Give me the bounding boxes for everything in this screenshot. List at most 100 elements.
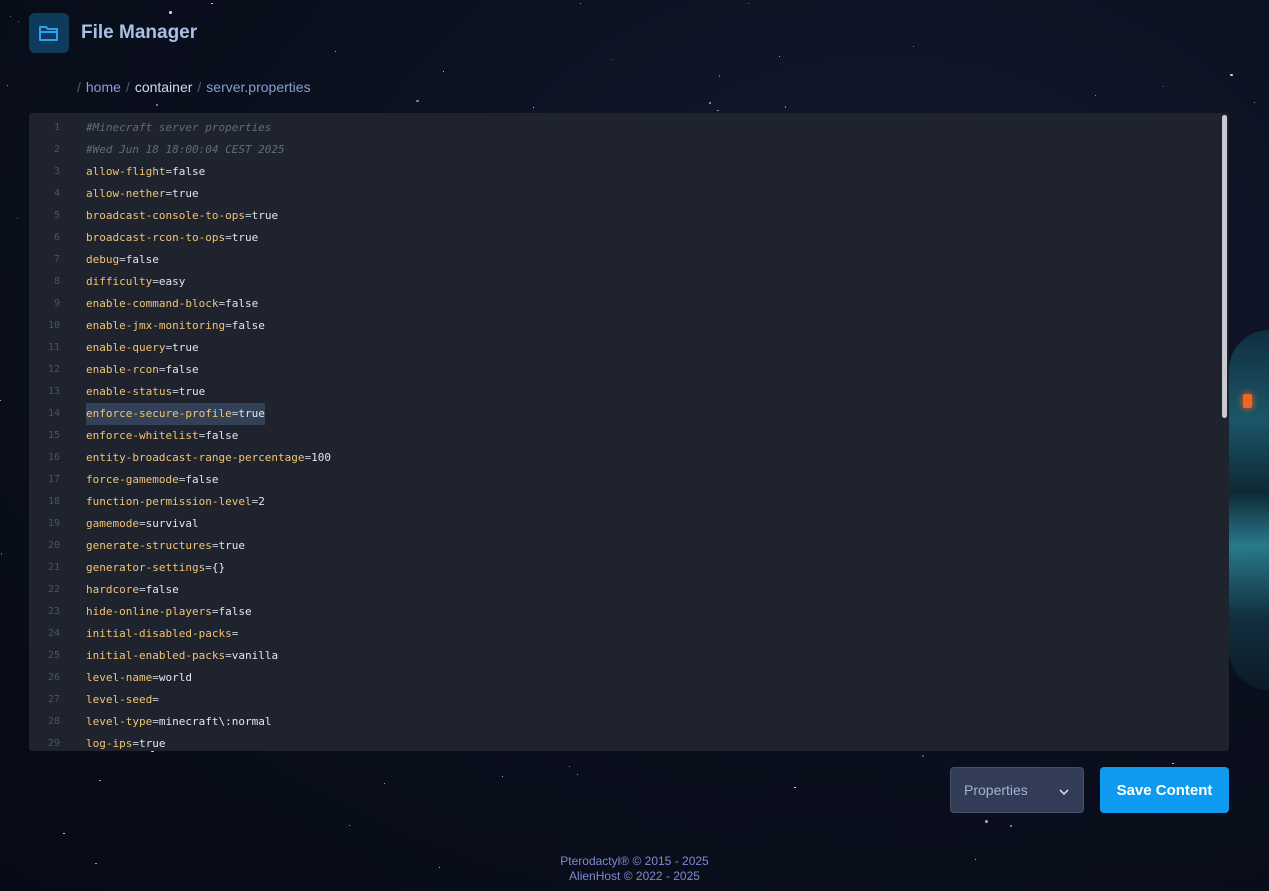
footer-pterodactyl-credit[interactable]: Pterodactyl® © 2015 - 2025 xyxy=(0,854,1269,869)
line-number: 17 xyxy=(47,474,60,485)
property-value: easy xyxy=(158,275,186,288)
code-line[interactable]: 19 gamemode=survival xyxy=(29,513,1219,535)
property-key: log-ips xyxy=(86,737,133,750)
code-text: broadcast-rcon-to-ops=true xyxy=(86,227,258,249)
code-line[interactable]: 28 level-type=minecraft\:normal xyxy=(29,711,1219,733)
star xyxy=(747,3,749,5)
property-key: force-gamemode xyxy=(86,473,179,486)
code-line[interactable]: 9 enable-command-block=false xyxy=(29,293,1219,315)
code-line[interactable]: 17 force-gamemode=false xyxy=(29,469,1219,491)
code-editor[interactable]: 1 #Minecraft server properties 2 #Wed Jun 1… xyxy=(29,113,1229,751)
star xyxy=(719,75,721,77)
property-value: true xyxy=(218,539,245,552)
code-line[interactable]: 1 #Minecraft server properties xyxy=(29,117,1219,139)
property-key: initial-disabled-packs xyxy=(86,627,232,640)
code-line[interactable]: 24 initial-disabled-packs= xyxy=(29,623,1219,645)
property-key: broadcast-rcon-to-ops xyxy=(86,231,226,244)
footer-host-credit[interactable]: AlienHost © 2022 - 2025 xyxy=(0,869,1269,884)
star xyxy=(348,825,350,827)
language-select[interactable]: Properties xyxy=(950,767,1084,813)
code-line[interactable]: 15 enforce-whitelist=false xyxy=(29,425,1219,447)
line-number: 2 xyxy=(53,144,60,155)
page-header: File Manager xyxy=(29,13,197,53)
code-text: enforce-whitelist=false xyxy=(86,425,238,447)
star xyxy=(501,775,503,777)
property-equals: = xyxy=(119,253,126,266)
line-number: 12 xyxy=(47,364,60,375)
star xyxy=(533,106,535,108)
property-value: false xyxy=(225,297,259,310)
code-line[interactable]: 21 generator-settings={} xyxy=(29,557,1219,579)
mech-artwork xyxy=(1229,330,1269,690)
property-value: true xyxy=(231,231,259,244)
line-number: 20 xyxy=(47,540,60,551)
star xyxy=(17,217,19,219)
property-value: false xyxy=(125,253,159,266)
code-line[interactable]: 10 enable-jmx-monitoring=false xyxy=(29,315,1219,337)
code-line[interactable]: 16 entity-broadcast-range-percentage=100 xyxy=(29,447,1219,469)
code-line[interactable]: 7 debug=false xyxy=(29,249,1219,271)
property-value: false xyxy=(165,363,199,376)
line-number: 29 xyxy=(47,738,60,749)
line-number: 26 xyxy=(47,672,60,683)
property-equals: = xyxy=(152,275,159,288)
star xyxy=(794,786,796,788)
code-text: level-type=minecraft\:normal xyxy=(86,711,271,733)
code-line[interactable]: 26 level-name=world xyxy=(29,667,1219,689)
line-number: 3 xyxy=(53,166,60,177)
code-line[interactable]: 2 #Wed Jun 18 18:00:04 CEST 2025 xyxy=(29,139,1219,161)
property-key: enable-status xyxy=(86,385,173,398)
star xyxy=(1253,101,1256,103)
code-line[interactable]: 20 generate-structures=true xyxy=(29,535,1219,557)
breadcrumb-home[interactable]: home xyxy=(86,79,121,95)
property-value: true xyxy=(178,385,206,398)
property-value: survival xyxy=(145,517,199,530)
code-line[interactable]: 5 broadcast-console-to-ops=true xyxy=(29,205,1219,227)
star xyxy=(9,16,11,18)
code-line[interactable]: 14 enforce-secure-profile=true xyxy=(29,403,1219,425)
code-text: enable-status=true xyxy=(86,381,205,403)
property-key: hide-online-players xyxy=(86,605,212,618)
code-line[interactable]: 25 initial-enabled-packs=vanilla xyxy=(29,645,1219,667)
property-key: broadcast-console-to-ops xyxy=(86,209,245,222)
star xyxy=(6,85,8,87)
code-line[interactable]: 11 enable-query=true xyxy=(29,337,1219,359)
breadcrumb-separator: / xyxy=(77,79,81,95)
language-select-value: Properties xyxy=(964,782,1028,798)
code-line[interactable]: 29 log-ips=true xyxy=(29,733,1219,751)
code-line[interactable]: 27 level-seed= xyxy=(29,689,1219,711)
code-text: debug=false xyxy=(86,249,159,271)
editor-scrollbar[interactable] xyxy=(1222,115,1227,418)
property-equals: = xyxy=(244,209,252,222)
star xyxy=(1230,73,1233,77)
property-equals: = xyxy=(172,385,179,398)
line-number: 23 xyxy=(47,606,60,617)
star xyxy=(1095,95,1097,97)
star xyxy=(99,779,101,781)
property-key: generate-structures xyxy=(86,539,212,552)
code-line[interactable]: 8 difficulty=easy xyxy=(29,271,1219,293)
code-line[interactable]: 4 allow-nether=true xyxy=(29,183,1219,205)
code-comment: #Minecraft server properties xyxy=(86,121,272,134)
code-line[interactable]: 13 enable-status=true xyxy=(29,381,1219,403)
code-line[interactable]: 3 allow-flight=false xyxy=(29,161,1219,183)
property-equals: = xyxy=(152,693,159,706)
line-number: 11 xyxy=(47,342,60,353)
breadcrumb-container[interactable]: container xyxy=(135,79,193,95)
code-line[interactable]: 12 enable-rcon=false xyxy=(29,359,1219,381)
property-value: world xyxy=(158,671,192,684)
property-value: true xyxy=(172,341,199,354)
code-text: enable-query=true xyxy=(86,337,199,359)
line-number: 16 xyxy=(47,452,60,463)
property-equals: = xyxy=(152,671,159,684)
editor-lines[interactable]: 1 #Minecraft server properties 2 #Wed Jun 1… xyxy=(29,117,1219,751)
code-line[interactable]: 18 function-permission-level=2 xyxy=(29,491,1219,513)
code-line[interactable]: 22 hardcore=false xyxy=(29,579,1219,601)
line-number: 22 xyxy=(47,584,60,595)
code-text: force-gamemode=false xyxy=(86,469,218,491)
code-line[interactable]: 6 broadcast-rcon-to-ops=true xyxy=(29,227,1219,249)
code-text: enable-command-block=false xyxy=(86,293,258,315)
code-line[interactable]: 23 hide-online-players=false xyxy=(29,601,1219,623)
save-content-button[interactable]: Save Content xyxy=(1100,767,1229,813)
code-text: generator-settings={} xyxy=(86,557,225,579)
